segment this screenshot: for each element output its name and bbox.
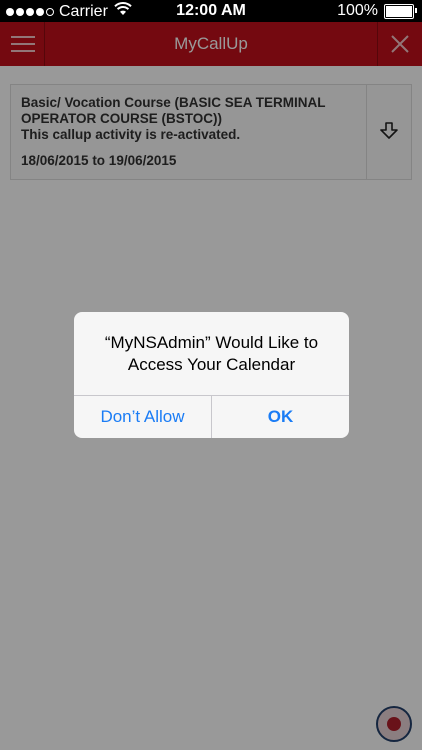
battery-percent: 100% (337, 2, 378, 19)
battery-icon (384, 3, 417, 19)
dont-allow-button[interactable]: Don’t Allow (74, 396, 211, 438)
status-bar-right: 100% (337, 2, 417, 20)
ok-button[interactable]: OK (212, 396, 349, 438)
calendar-permission-alert: “MyNSAdmin” Would Like to Access Your Ca… (74, 312, 349, 438)
status-bar: Carrier 12:00 AM 100% (0, 0, 422, 22)
alert-title: “MyNSAdmin” Would Like to Access Your Ca… (104, 333, 319, 374)
